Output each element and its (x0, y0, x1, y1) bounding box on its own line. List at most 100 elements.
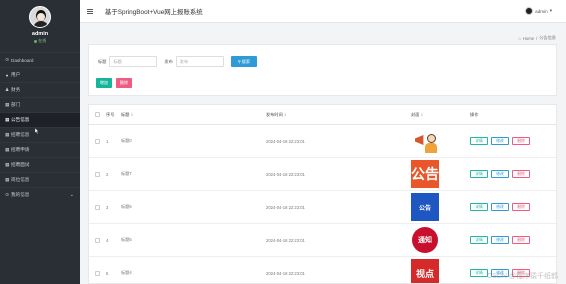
add-button[interactable]: 增加 (96, 78, 112, 88)
col-image[interactable]: 封面⇕ (411, 112, 470, 118)
row-time: 2024-04-18 22:23:01 (266, 237, 305, 243)
sidebar-item-2[interactable]: ♟ 财务 (0, 82, 80, 97)
row-title: 标题4 (121, 270, 132, 275)
row-checkbox[interactable] (95, 270, 100, 276)
sidebar-item-4[interactable]: ▦ 公告信息 (0, 112, 80, 127)
edit-button[interactable]: 修改 (491, 203, 509, 211)
sidebar-item-0[interactable]: ⊙ Dashboard (0, 52, 80, 67)
row-title: 标题6 (121, 204, 132, 209)
title-filter-label: 标题 (98, 58, 107, 64)
search-button-label: 搜索 (241, 58, 251, 64)
delete-button[interactable]: 删除 (512, 137, 530, 145)
row-checkbox[interactable] (95, 138, 100, 144)
sidebar-item-5[interactable]: ▦ 招聘信息 (0, 127, 80, 142)
menu-toggle-icon[interactable] (87, 8, 99, 14)
chevron-down-icon: ⌄ (69, 192, 74, 198)
menu-item-icon: ⊙ (5, 57, 9, 62)
profile-username: admin (31, 31, 49, 37)
row-index: 4 (106, 237, 109, 243)
col-time[interactable]: 发布时间⇕ (266, 112, 411, 118)
delete-button[interactable]: 删除 (512, 170, 530, 178)
row-title: 标题7 (121, 171, 132, 176)
menu-item-icon: ▦ (5, 162, 10, 167)
table-row: 4 标题5 2024-04-18 22:23:01 通知 详情 修改 删除 (89, 224, 556, 257)
table-row: 2 标题7 2024-04-18 22:23:01 公告 详情 修改 删除 (89, 158, 556, 191)
sidebar-item-label: 公告信息 (11, 117, 30, 122)
sidebar-item-8[interactable]: ▦ 岗位信息 (0, 172, 80, 187)
view-button[interactable]: 详情 (470, 137, 488, 145)
online-dot-icon (33, 39, 37, 43)
batch-delete-button[interactable]: 删除 (116, 78, 132, 88)
user-menu[interactable]: admin ▾ (525, 7, 552, 15)
sidebar-item-6[interactable]: ▦ 招聘申请 (0, 142, 80, 157)
sidebar-item-7[interactable]: ▦ 招聘面试 (0, 157, 80, 172)
top-header: 基于SpringBoot+Vue网上报账系统 admin ▾ (80, 0, 566, 23)
menu-item-icon: ▦ (5, 117, 10, 122)
menu-item-icon: ▦ (5, 132, 10, 137)
view-button[interactable]: 详情 (470, 170, 488, 178)
col-title[interactable]: 标题⇕ (121, 112, 266, 118)
menu-item-icon: ♟ (5, 87, 10, 92)
row-time: 2024-04-18 22:23:01 (266, 138, 305, 144)
sidebar-item-label: 财务 (11, 87, 21, 92)
sidebar-item-label: 岗位信息 (11, 177, 30, 182)
table-row: 5 标题4 2024-04-18 22:23:01 视点 详情 修改 删除 (89, 257, 556, 283)
edit-button[interactable]: 修改 (491, 137, 509, 145)
search-button[interactable]: ⚲ 搜索 (230, 56, 257, 67)
sidebar-item-label: 招聘信息 (11, 132, 30, 137)
user-name: admin (535, 8, 548, 14)
sidebar-item-label: 部门 (11, 102, 21, 107)
search-icon: ⚲ (237, 59, 241, 64)
sort-icon: ⇕ (130, 112, 134, 117)
breadcrumb-separator: / (536, 35, 538, 41)
col-time-label: 发布时间 (266, 111, 283, 117)
cover-text: 公告 (411, 166, 439, 182)
select-all-checkbox[interactable] (95, 112, 100, 117)
sidebar: admin 在线 ⊙ Dashboard ● 用户 ♟ 财务 ▦ 部门 ▦ 公告信息 ▦ 招聘信息 ▦ 招… (0, 0, 80, 284)
row-time: 2024-04-18 22:23:01 (266, 270, 305, 276)
col-index: 序号 (106, 111, 115, 117)
sidebar-item-label: 招聘申请 (11, 147, 30, 152)
menu-item-icon: ▦ (5, 177, 10, 182)
table-header: 序号 标题⇕ 发布时间⇕ 封面⇕ 操作 (89, 105, 556, 125)
view-button[interactable]: 详情 (470, 236, 488, 244)
sort-icon: ⇕ (283, 112, 287, 117)
app-title: 基于SpringBoot+Vue网上报账系统 (105, 8, 203, 16)
sidebar-item-1[interactable]: ● 用户 (0, 67, 80, 82)
row-checkbox[interactable] (95, 204, 100, 210)
col-ops: 操作 (470, 111, 479, 117)
row-title: 标题5 (121, 237, 132, 242)
user-profile: admin 在线 (0, 0, 80, 52)
delete-button[interactable]: 删除 (512, 203, 530, 211)
menu-item-icon: ⊙ (5, 192, 9, 197)
sidebar-item-3[interactable]: ▦ 部门 (0, 97, 80, 112)
cover-text: 视点 (415, 268, 434, 279)
data-table: 序号 标题⇕ 发布时间⇕ 封面⇕ 操作 1 标题0 2024-04-18 22:23… (88, 104, 557, 284)
row-index: 3 (106, 204, 109, 210)
online-status: 在线 (33, 38, 46, 44)
row-index: 5 (106, 270, 109, 276)
row-time: 2024-04-18 22:23:01 (266, 204, 305, 210)
edit-button[interactable]: 修改 (491, 170, 509, 178)
sidebar-item-label: 我的信息 (11, 192, 30, 197)
edit-button[interactable]: 修改 (491, 236, 509, 244)
cover-image: 公告 (411, 193, 439, 221)
row-checkbox[interactable] (95, 171, 100, 177)
menu-item-icon: ● (5, 72, 9, 78)
row-title: 标题0 (121, 138, 132, 143)
view-button[interactable]: 详情 (470, 203, 488, 211)
row-checkbox[interactable] (95, 237, 100, 243)
sidebar-item-9[interactable]: ⊙ 我的信息 ⌄ (0, 187, 80, 202)
view-button[interactable]: 详情 (470, 269, 488, 277)
date-search-input[interactable]: 发布 (175, 56, 224, 67)
breadcrumb-current: 公告信息 (539, 35, 556, 40)
title-search-input[interactable]: 标题 (109, 56, 158, 67)
breadcrumb: ⌂ Home / 公告信息 (518, 35, 556, 41)
sidebar-item-label: 招聘面试 (11, 162, 30, 167)
delete-button[interactable]: 删除 (512, 236, 530, 244)
sort-icon: ⇕ (420, 112, 424, 117)
avatar (29, 6, 51, 28)
breadcrumb-home[interactable]: Home (523, 36, 534, 41)
caret-down-icon: ▾ (549, 8, 552, 13)
row-index: 1 (106, 138, 109, 144)
